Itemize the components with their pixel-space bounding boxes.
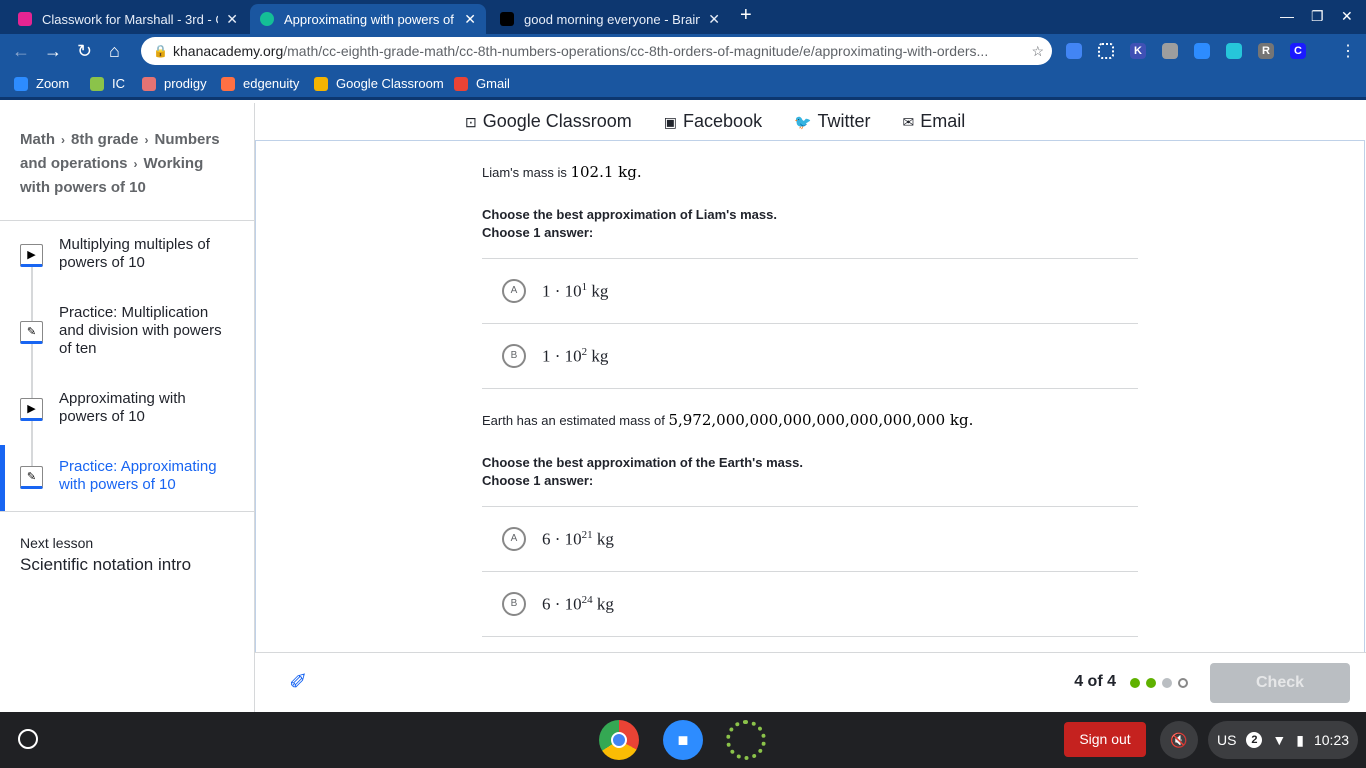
pencil-icon: ✎ xyxy=(20,321,43,344)
zoom-app-icon[interactable]: ■ xyxy=(663,720,703,760)
docs-extension-icon[interactable] xyxy=(1066,43,1082,59)
r-extension-icon[interactable]: R xyxy=(1258,43,1274,59)
volume-button[interactable]: 🔇 xyxy=(1160,721,1198,759)
bookmark-gmail[interactable]: Gmail xyxy=(454,76,510,91)
breadcrumb-8th-grade[interactable]: 8th grade xyxy=(71,131,139,148)
back-icon[interactable]: ← xyxy=(12,41,30,62)
close-tab-icon[interactable]: ✕ xyxy=(708,11,720,28)
progress-dot xyxy=(1178,678,1188,688)
play-icon: ▶ xyxy=(20,398,43,421)
status-tray[interactable]: US 2 ▼ ▮ 10:23 xyxy=(1208,721,1358,759)
progress-dot xyxy=(1162,678,1172,688)
divider xyxy=(482,636,1138,637)
progress-dots xyxy=(1130,678,1188,688)
scratchpad-icon[interactable]: ✐ xyxy=(289,669,307,695)
brainly-favicon-icon xyxy=(500,12,514,26)
home-icon[interactable]: ⌂ xyxy=(109,41,120,62)
bookmark-ic[interactable]: IC xyxy=(90,76,125,91)
close-tab-icon[interactable]: ✕ xyxy=(464,11,476,28)
notification-count: 2 xyxy=(1246,732,1263,748)
google-classroom-icon xyxy=(314,76,328,91)
loading-extension-icon[interactable] xyxy=(1098,43,1114,59)
timeline-line xyxy=(31,258,33,478)
menu-kebab-icon[interactable]: ⋮ xyxy=(1340,41,1356,61)
khan-favicon-icon xyxy=(260,12,274,26)
share-twitter[interactable]: 🐦 Twitter xyxy=(794,111,870,132)
battery-icon: ▮ xyxy=(1296,731,1304,748)
gmail-icon xyxy=(454,76,468,91)
tab-classwork[interactable]: Classwork for Marshall - 3rd - Gr ✕ xyxy=(8,4,248,34)
exercise-footer: ✐ 4 of 4 Check xyxy=(255,652,1366,712)
bookmark-zoom[interactable]: Zoom xyxy=(14,76,69,91)
facebook-icon: ▣ xyxy=(663,114,678,130)
tab-strip: Classwork for Marshall - 3rd - Gr ✕ Appro… xyxy=(0,0,1366,34)
new-tab-button[interactable]: + xyxy=(740,4,752,27)
files-extension-icon[interactable] xyxy=(1162,43,1178,59)
launcher-icon[interactable] xyxy=(18,729,38,749)
pencil-icon: ✎ xyxy=(20,466,43,489)
question-1-prompt: Choose the best approximation of Liam's … xyxy=(482,207,777,240)
wifi-icon: ▼ xyxy=(1272,732,1287,748)
edgenuity-icon xyxy=(221,76,235,91)
ic-icon xyxy=(90,76,104,91)
q1-choice-b[interactable]: B1 · 102 kg xyxy=(482,323,1138,388)
classroom-icon: ⊡ xyxy=(465,114,477,130)
mute-icon: 🔇 xyxy=(1170,731,1188,748)
chrome-icon[interactable] xyxy=(599,720,639,760)
q1-choice-a[interactable]: A1 · 101 kg xyxy=(482,258,1138,323)
share-email[interactable]: ✉ Email xyxy=(903,111,966,132)
app-loading-icon[interactable] xyxy=(726,720,766,760)
bookmark-edgenuity[interactable]: edgenuity xyxy=(221,76,299,91)
zoom-extension-icon[interactable] xyxy=(1194,43,1210,59)
lock-icon: 🔒 xyxy=(153,44,168,58)
globe-extension-icon[interactable] xyxy=(1226,43,1242,59)
exercise-area: Liam's mass is 102.1 kg. Choose the best… xyxy=(255,140,1365,652)
progress-dot xyxy=(1146,678,1156,688)
forward-icon[interactable]: → xyxy=(44,41,62,62)
c-extension-icon[interactable]: C xyxy=(1290,43,1306,59)
share-bar: ⊡ Google Classroom ▣ Facebook 🐦 Twitter ✉ Em… xyxy=(255,103,1366,140)
divider xyxy=(482,388,1138,389)
restore-icon[interactable]: ❐ xyxy=(1311,8,1324,25)
question-2-prompt: Choose the best approximation of the Ear… xyxy=(482,455,803,488)
bookmark-star-icon[interactable]: ☆ xyxy=(1031,42,1044,60)
prodigy-icon xyxy=(142,76,156,91)
twitter-icon: 🐦 xyxy=(794,114,812,130)
check-button[interactable]: Check xyxy=(1210,663,1350,703)
breadcrumb: Math › 8th grade › Numbers and operations › Wo… xyxy=(0,103,254,221)
q2-choice-a[interactable]: A6 · 1021 kg xyxy=(482,506,1138,571)
tab-brainly[interactable]: good morning everyone - Brainly ✕ xyxy=(490,4,730,34)
zoom-icon xyxy=(14,76,28,91)
question-1-statement: Liam's mass is 102.1 kg. xyxy=(482,163,642,181)
bookmark-prodigy[interactable]: prodigy xyxy=(142,76,207,91)
q2-choice-b[interactable]: B6 · 1024 kg xyxy=(482,571,1138,636)
next-lesson[interactable]: Next lesson Scientific notation intro xyxy=(0,511,254,598)
active-indicator xyxy=(0,445,5,511)
tab-khan[interactable]: Approximating with powers of 1 ✕ xyxy=(250,4,486,34)
question-2-statement: Earth has an estimated mass of 5,972,000… xyxy=(482,411,974,429)
progress-dot xyxy=(1130,678,1140,688)
close-tab-icon[interactable]: ✕ xyxy=(226,11,238,28)
browser-toolbar: ← → ↻ ⌂ 🔒 khanacademy.org/math/cc-eighth… xyxy=(0,34,1366,68)
address-bar[interactable]: 🔒 khanacademy.org/math/cc-eighth-grade-m… xyxy=(141,37,1052,65)
close-window-icon[interactable]: ✕ xyxy=(1341,8,1353,25)
k-extension-icon[interactable]: K xyxy=(1130,43,1146,59)
bookmarks-bar: Zoom IC prodigy edgenuity Google Classroom Gm… xyxy=(0,68,1366,100)
reload-icon[interactable]: ↻ xyxy=(77,41,92,62)
sidebar: Math › 8th grade › Numbers and operations › Wo… xyxy=(0,103,255,712)
chromeos-shelf: ■ Sign out 🔇 US 2 ▼ ▮ 10:23 xyxy=(0,712,1366,768)
play-icon: ▶ xyxy=(20,244,43,267)
breadcrumb-math[interactable]: Math xyxy=(20,131,55,148)
share-google-classroom[interactable]: ⊡ Google Classroom xyxy=(465,111,632,132)
progress-text: 4 of 4 xyxy=(1074,673,1116,690)
sign-out-button[interactable]: Sign out xyxy=(1064,722,1146,757)
bookmark-google-classroom[interactable]: Google Classroom xyxy=(314,76,444,91)
email-icon: ✉ xyxy=(902,114,915,130)
classroom-favicon-icon xyxy=(18,12,32,26)
minimize-icon[interactable]: — xyxy=(1280,8,1294,24)
share-facebook[interactable]: ▣ Facebook xyxy=(664,111,762,132)
